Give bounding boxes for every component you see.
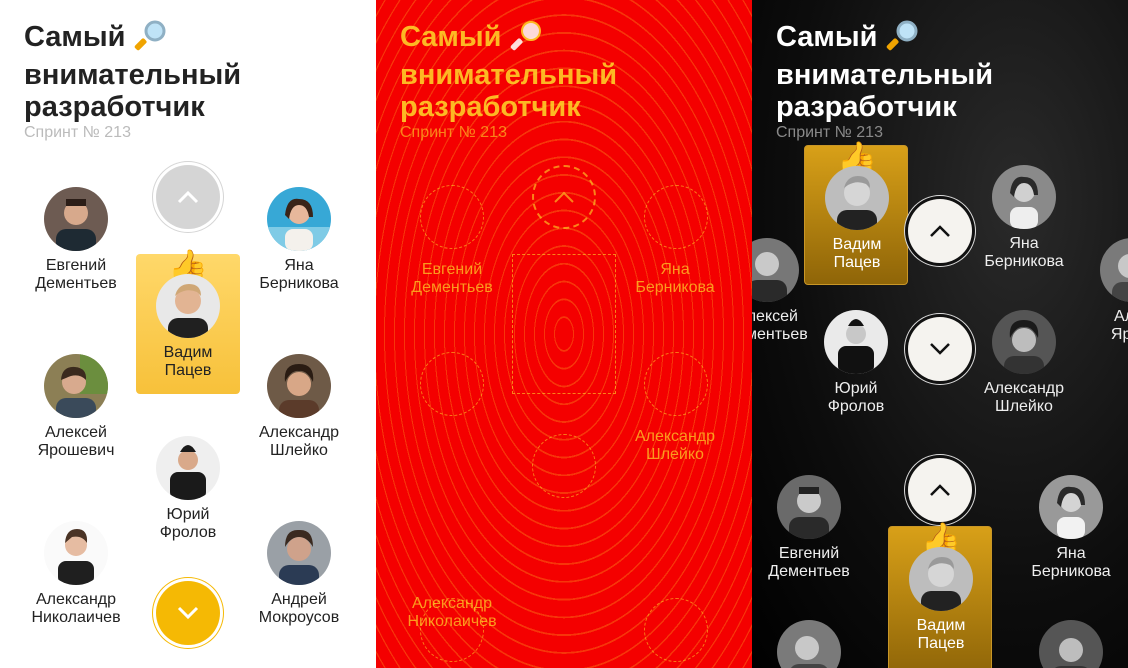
candidate-aleksandr-nikolaichev[interactable]: Александр Николаичев — [21, 521, 131, 627]
magnifier-icon — [134, 18, 168, 59]
ghost-avatar — [644, 352, 708, 416]
sprint-label: Спринт № 213 — [400, 124, 507, 141]
magnifier-icon — [886, 18, 920, 59]
scroll-down-button[interactable] — [908, 317, 972, 381]
candidate-aleksandr-shleyko-2[interactable] — [1016, 620, 1126, 668]
ghost-avatar — [644, 185, 708, 249]
ghost-name: Евгений Дементьев — [411, 261, 493, 296]
candidate-aleksandr-shleyko[interactable]: Александр Шлейко — [244, 354, 354, 460]
page-title: Самый внимательный разработчик — [24, 18, 241, 123]
candidate-aleksey-partial[interactable]: Алек Ярош — [1077, 238, 1128, 344]
avatar — [156, 436, 220, 500]
diff-panel: Самый внимательный разработчик Спринт № … — [376, 0, 752, 668]
avatar — [752, 238, 799, 302]
selected-candidate-card[interactable]: 👍 Вадим Пацев — [133, 248, 243, 394]
scroll-up-button[interactable] — [156, 165, 220, 229]
chevron-up-icon — [930, 225, 950, 237]
avatar — [777, 475, 841, 539]
candidate-vadim: Вадим Пацев — [133, 274, 243, 380]
candidate-yana[interactable]: Яна Берникова — [969, 165, 1079, 271]
candidate-evgeniy[interactable]: Евгений Дементьев — [754, 475, 864, 581]
avatar — [267, 354, 331, 418]
avatar — [777, 620, 841, 668]
candidate-yuriy[interactable]: Юрий Фролов — [133, 436, 243, 542]
scroll-up-button-2[interactable] — [908, 458, 972, 522]
selected-candidate-card-2[interactable]: 👍 Вадим Пацев — [888, 521, 992, 668]
magnifier-icon — [510, 18, 544, 59]
avatar — [825, 166, 889, 230]
light-theme-panel: Самый внимательный разработчик Спринт № … — [0, 0, 376, 668]
avatar — [1039, 475, 1103, 539]
avatar — [1039, 620, 1103, 668]
scroll-up-button[interactable] — [908, 199, 972, 263]
avatar — [1100, 238, 1128, 302]
avatar — [992, 165, 1056, 229]
candidate-yuriy[interactable]: Юрий Фролов — [801, 310, 911, 416]
avatar — [267, 521, 331, 585]
chevron-down-icon — [930, 343, 950, 355]
dark-theme-panel: Самый внимательный разработчик Спринт № … — [752, 0, 1128, 668]
avatar — [44, 187, 108, 251]
chevron-up-icon — [930, 484, 950, 496]
scroll-up-button[interactable] — [532, 165, 596, 229]
candidate-yana[interactable]: Яна Берникова — [244, 187, 354, 293]
ghost-name: Яна Берникова — [635, 261, 715, 296]
page-title: Самый внимательный разработчик — [400, 18, 617, 123]
ghost-name: Александр Николаичев — [407, 595, 497, 630]
sprint-label: Спринт № 213 — [24, 124, 131, 141]
chevron-down-icon — [177, 606, 199, 620]
page-title: Самый внимательный разработчик — [776, 18, 993, 123]
candidate-yana-2[interactable]: Яна Берникова — [1016, 475, 1126, 581]
avatar — [44, 521, 108, 585]
chevron-up-icon — [554, 191, 574, 203]
ghost-avatar — [420, 185, 484, 249]
ghost-avatar — [420, 352, 484, 416]
avatar — [909, 547, 973, 611]
ghost-name: Александр Шлейко — [634, 428, 716, 463]
avatar — [824, 310, 888, 374]
avatar — [156, 274, 220, 338]
avatar — [267, 187, 331, 251]
avatar — [44, 354, 108, 418]
chevron-up-icon — [177, 190, 199, 204]
candidate-andrey[interactable]: Андрей Мокроусов — [244, 521, 354, 627]
avatar — [992, 310, 1056, 374]
scroll-down-button[interactable] — [156, 581, 220, 645]
candidate-aleksey-2[interactable] — [754, 620, 864, 668]
candidate-aleksey[interactable]: Алексей Ярошевич — [21, 354, 131, 460]
ghost-avatar — [532, 434, 596, 498]
candidate-evgeniy[interactable]: Евгений Дементьев — [21, 187, 131, 293]
candidate-vadim-2: Вадим Пацев — [886, 547, 996, 653]
ghost-card — [512, 254, 616, 394]
ghost-avatar — [644, 598, 708, 662]
candidate-aleksandr-shleyko[interactable]: Александр Шлейко — [969, 310, 1079, 416]
